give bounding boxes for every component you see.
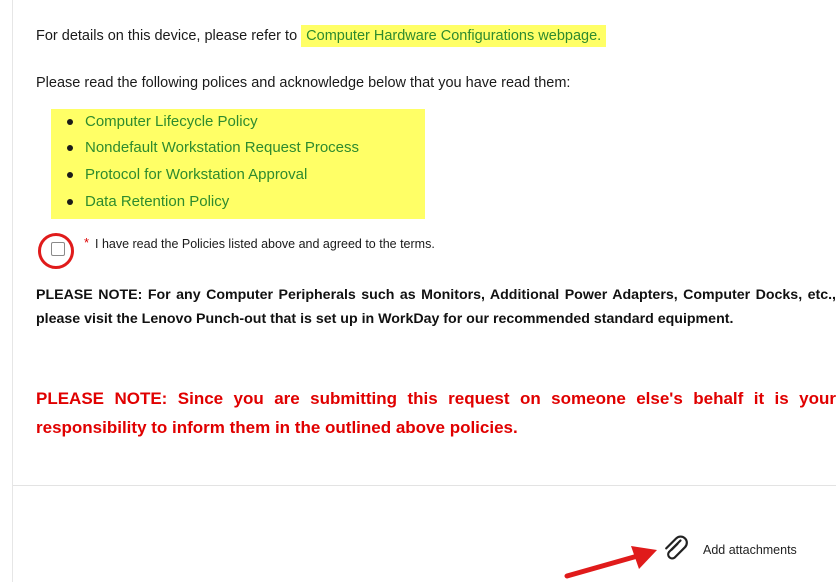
policy-link-nondefault-workstation[interactable]: Nondefault Workstation Request Process [67, 139, 360, 156]
acknowledge-checkbox[interactable] [51, 242, 65, 256]
bullet-icon [67, 172, 73, 178]
hardware-configurations-link[interactable]: Computer Hardware Configurations webpage… [301, 25, 607, 47]
add-attachments-button[interactable]: Add attachments [661, 535, 797, 565]
required-marker: * [84, 235, 90, 250]
add-attachments-label: Add attachments [703, 543, 797, 557]
peripherals-note: PLEASE NOTE: For any Computer Peripheral… [36, 287, 836, 327]
request-form-card: For details on this device, please refer… [12, 0, 836, 582]
bullet-icon [67, 199, 73, 205]
policy-link-workstation-approval[interactable]: Protocol for Workstation Approval [67, 166, 308, 183]
policy-link-data-retention[interactable]: Data Retention Policy [67, 193, 230, 210]
section-divider [13, 485, 836, 486]
acknowledge-label: I have read the Policies listed above an… [95, 237, 435, 251]
policy-instructions: Please read the following polices and ac… [36, 75, 571, 91]
policy-link-label: Computer Lifecycle Policy [85, 113, 258, 130]
annotation-arrow-icon [564, 546, 657, 579]
bullet-icon [67, 119, 73, 125]
policy-link-label: Data Retention Policy [85, 193, 230, 210]
behalf-warning: PLEASE NOTE: Since you are submitting th… [36, 389, 836, 437]
device-details-text: For details on this device, please refer… [36, 25, 607, 47]
policy-link-label: Nondefault Workstation Request Process [85, 139, 360, 156]
device-details-label: For details on this device, please refer… [36, 28, 298, 44]
policy-link-lifecycle[interactable]: Computer Lifecycle Policy [67, 113, 258, 130]
policy-link-label: Protocol for Workstation Approval [85, 166, 308, 183]
bullet-icon [67, 145, 73, 151]
paperclip-icon [665, 535, 688, 560]
policy-list-highlight: Computer Lifecycle Policy Nondefault Wor… [51, 109, 425, 219]
